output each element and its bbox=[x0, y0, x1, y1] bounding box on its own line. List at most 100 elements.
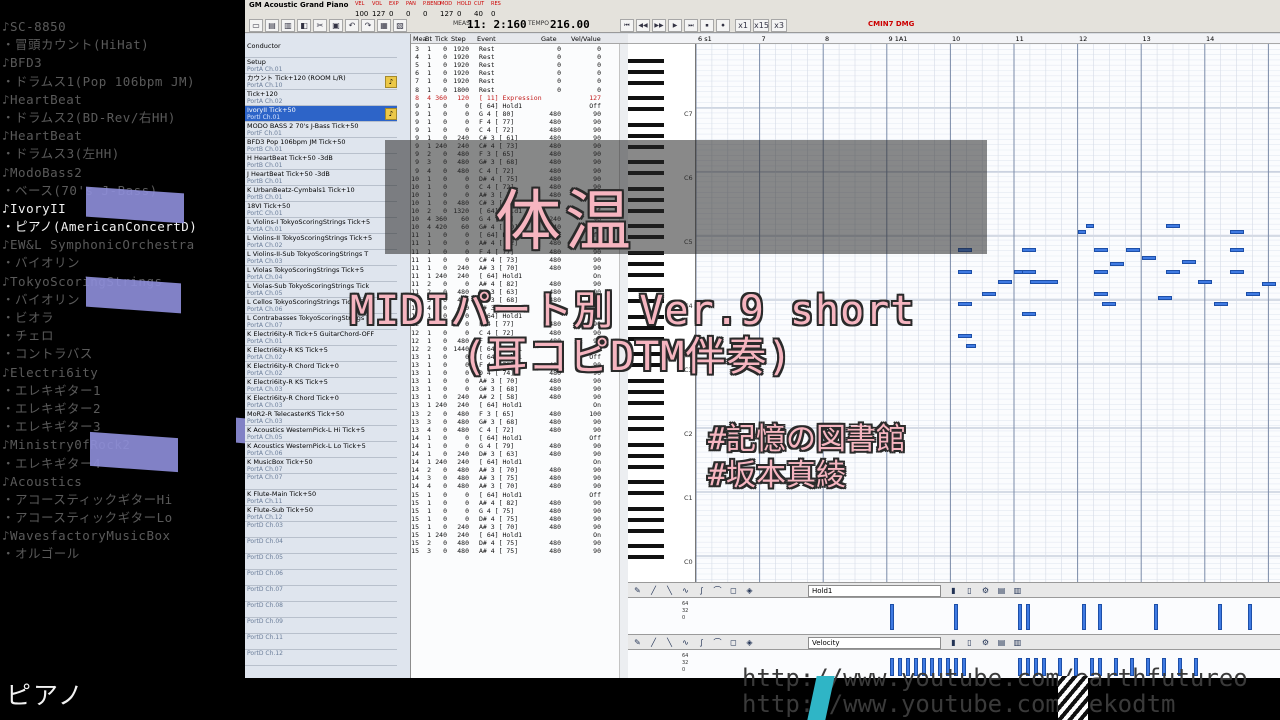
toolbar-button[interactable]: ↶ bbox=[345, 19, 359, 32]
track-row[interactable]: K Flute-Main Tick+50 PortA Ch.11 bbox=[245, 490, 397, 506]
event-row[interactable]: 14 3 0 480 A# 3 [ 75] 480 90 bbox=[411, 474, 619, 482]
track-row[interactable]: PortD Ch.03 bbox=[245, 522, 397, 538]
black-key[interactable] bbox=[628, 480, 664, 485]
midi-note[interactable] bbox=[998, 280, 1012, 284]
meas-value[interactable]: 11: 2:160 bbox=[467, 18, 527, 31]
midi-note[interactable] bbox=[1246, 292, 1260, 296]
controller-tool-icon[interactable]: ◻ bbox=[728, 585, 739, 596]
controller-option-icon[interactable]: ▤ bbox=[996, 585, 1007, 596]
transport-button[interactable]: ⏭ bbox=[684, 19, 698, 32]
track-row[interactable]: K MusicBox Tick+50 PortA Ch.07 bbox=[245, 458, 397, 474]
event-row[interactable]: 13 3 0 480 G# 3 [ 68] 480 90 bbox=[411, 418, 619, 426]
controller-tool-icon[interactable]: ╲ bbox=[664, 637, 675, 648]
track-row[interactable]: Setup PortA Ch.01 bbox=[245, 58, 397, 74]
black-key[interactable] bbox=[628, 416, 664, 421]
controller-tool-icon[interactable]: ⌒ bbox=[712, 585, 723, 596]
black-key[interactable] bbox=[628, 80, 664, 85]
controller-option-icon[interactable]: ⚙ bbox=[980, 585, 991, 596]
zoom-button[interactable]: x1 bbox=[735, 19, 751, 32]
event-row[interactable]: 7 1 0 1920 Rest 0 0 bbox=[411, 77, 619, 85]
event-column-header[interactable]: Bt bbox=[425, 35, 432, 43]
event-row[interactable]: 15 3 0 480 A# 4 [ 75] 480 90 bbox=[411, 547, 619, 555]
controller-tool-icon[interactable]: ◈ bbox=[744, 637, 755, 648]
controller-select-hold[interactable]: Hold1 bbox=[808, 585, 941, 597]
black-key[interactable] bbox=[628, 427, 664, 431]
controller-tool-icon[interactable]: ∫ bbox=[696, 585, 707, 596]
event-row[interactable]: 14 1 240 240 [ 64] Hold1 On bbox=[411, 458, 619, 466]
track-row[interactable]: K Electri6ity-R Chord Tick+0 PortA Ch.03 bbox=[245, 394, 397, 410]
track-row[interactable]: カウント Tick+120 (ROOM L/R) PortA Ch.10 bbox=[245, 74, 397, 90]
hold-event[interactable] bbox=[1026, 604, 1030, 630]
track-row[interactable]: BFD3 Pop 106bpm JM Tick+50 PortB Ch.01 bbox=[245, 138, 397, 154]
midi-note[interactable] bbox=[1262, 282, 1276, 286]
measure-ruler[interactable]: 6 s1 7 8 9 1A1 10 11 12 13 14 bbox=[628, 34, 1280, 44]
track-row[interactable]: K Flute-Sub Tick+50 PortA Ch.12 bbox=[245, 506, 397, 522]
tempo-value[interactable]: 216.00 bbox=[550, 18, 590, 31]
black-key[interactable] bbox=[628, 107, 664, 111]
black-key[interactable] bbox=[628, 389, 664, 394]
toolbar-button[interactable]: ▥ bbox=[281, 19, 295, 32]
event-row[interactable]: 15 2 0 480 D# 4 [ 75] 480 90 bbox=[411, 539, 619, 547]
event-row[interactable]: 13 4 0 480 C 4 [ 72] 480 90 bbox=[411, 426, 619, 434]
zoom-button[interactable]: x3 bbox=[771, 19, 787, 32]
hold-event[interactable] bbox=[1082, 604, 1086, 630]
controller-tool-icon[interactable]: ✎ bbox=[632, 585, 643, 596]
transport-button[interactable]: ⏮ bbox=[620, 19, 634, 32]
track-row[interactable]: PortD Ch.05 bbox=[245, 554, 397, 570]
controller-tool-icon[interactable]: ◻ bbox=[728, 637, 739, 648]
controller-option-icon[interactable]: ▥ bbox=[1012, 585, 1023, 596]
midi-note[interactable] bbox=[1182, 260, 1196, 264]
hold-event[interactable] bbox=[1218, 604, 1222, 630]
toolbar-button[interactable]: ↷ bbox=[361, 19, 375, 32]
black-key[interactable] bbox=[628, 544, 664, 549]
track-row[interactable]: K Electri6ity-R Chord Tick+0 PortA Ch.02 bbox=[245, 362, 397, 378]
midi-note[interactable] bbox=[958, 270, 972, 274]
track-row[interactable]: J HeartBeat Tick+50 -3dB PortB Ch.01 bbox=[245, 170, 397, 186]
track-row[interactable]: IvoryII Tick+50 PortI Ch.01 bbox=[245, 106, 397, 122]
event-row[interactable]: 8 1 0 1800 Rest 0 0 bbox=[411, 86, 619, 94]
controller-select-velocity[interactable]: Velocity bbox=[808, 637, 941, 649]
track-row[interactable]: PortA Ch.07 bbox=[245, 474, 397, 490]
track-row[interactable]: 18VI Tick+50 PortC Ch.01 bbox=[245, 202, 397, 218]
track-row[interactable]: K Electri6ity-R KS Tick+5 PortA Ch.03 bbox=[245, 378, 397, 394]
toolbar-button[interactable]: ▭ bbox=[249, 19, 263, 32]
transport-button[interactable]: ⏺ bbox=[716, 19, 730, 32]
track-row[interactable]: PortD Ch.07 bbox=[245, 586, 397, 602]
event-row[interactable]: 11 1 0 240 A# 3 [ 70] 480 90 bbox=[411, 264, 619, 272]
controller-option-icon[interactable]: ▥ bbox=[1012, 637, 1023, 648]
controller-tool-icon[interactable]: ∿ bbox=[680, 637, 691, 648]
controller-option-icon[interactable]: ▤ bbox=[996, 637, 1007, 648]
track-row[interactable]: K Acoustics WesternPick-L Lo Tick+5 PortA… bbox=[245, 442, 397, 458]
midi-note[interactable] bbox=[1230, 230, 1244, 234]
transport-button[interactable]: ⏹ bbox=[700, 19, 714, 32]
event-row[interactable]: 15 1 0 0 [ 64] Hold1 Off bbox=[411, 491, 619, 499]
black-key[interactable] bbox=[628, 272, 664, 277]
track-row[interactable]: MODO BASS 2 70's J-Bass Tick+50 PortF Ch.… bbox=[245, 122, 397, 138]
controller-tool-icon[interactable]: ╱ bbox=[648, 637, 659, 648]
speaker-icon[interactable]: ♪ bbox=[385, 76, 397, 88]
event-row[interactable]: 4 1 0 1920 Rest 0 0 bbox=[411, 53, 619, 61]
event-column-header[interactable]: Vel/Value bbox=[571, 35, 601, 43]
black-key[interactable] bbox=[628, 491, 664, 495]
track-row[interactable]: L Violins-I TokyoScoringStrings Tick+5 Po… bbox=[245, 218, 397, 234]
toolbar-button[interactable]: ✂ bbox=[313, 19, 327, 32]
black-key[interactable] bbox=[628, 400, 664, 405]
track-row[interactable]: PortD Ch.12 bbox=[245, 650, 397, 666]
event-column-header[interactable]: Step bbox=[451, 35, 466, 43]
controller-tool-icon[interactable]: ◈ bbox=[744, 585, 755, 596]
midi-note[interactable] bbox=[1078, 230, 1086, 234]
midi-note[interactable] bbox=[1022, 312, 1036, 316]
midi-note[interactable] bbox=[1230, 248, 1244, 252]
event-row[interactable]: 14 4 0 480 A# 3 [ 70] 480 90 bbox=[411, 482, 619, 490]
midi-note[interactable] bbox=[1214, 302, 1228, 306]
controller-option-icon[interactable]: ▯ bbox=[964, 637, 975, 648]
event-row[interactable]: 15 1 0 0 G 4 [ 75] 480 90 bbox=[411, 507, 619, 515]
event-row[interactable]: 13 1 240 240 [ 64] Hold1 On bbox=[411, 401, 619, 409]
track-row[interactable]: K Electri6ity-R KS Tick+5 PortA Ch.02 bbox=[245, 346, 397, 362]
controller-option-icon[interactable]: ▯ bbox=[964, 585, 975, 596]
event-row[interactable]: 91 0 0 G 4 [ 80] 480 90 bbox=[411, 110, 619, 118]
black-key[interactable] bbox=[628, 555, 664, 559]
midi-note[interactable] bbox=[1142, 256, 1156, 260]
midi-note[interactable] bbox=[982, 292, 996, 296]
event-row[interactable]: 14 1 0 0 [ 64] Hold1 Off bbox=[411, 434, 619, 442]
